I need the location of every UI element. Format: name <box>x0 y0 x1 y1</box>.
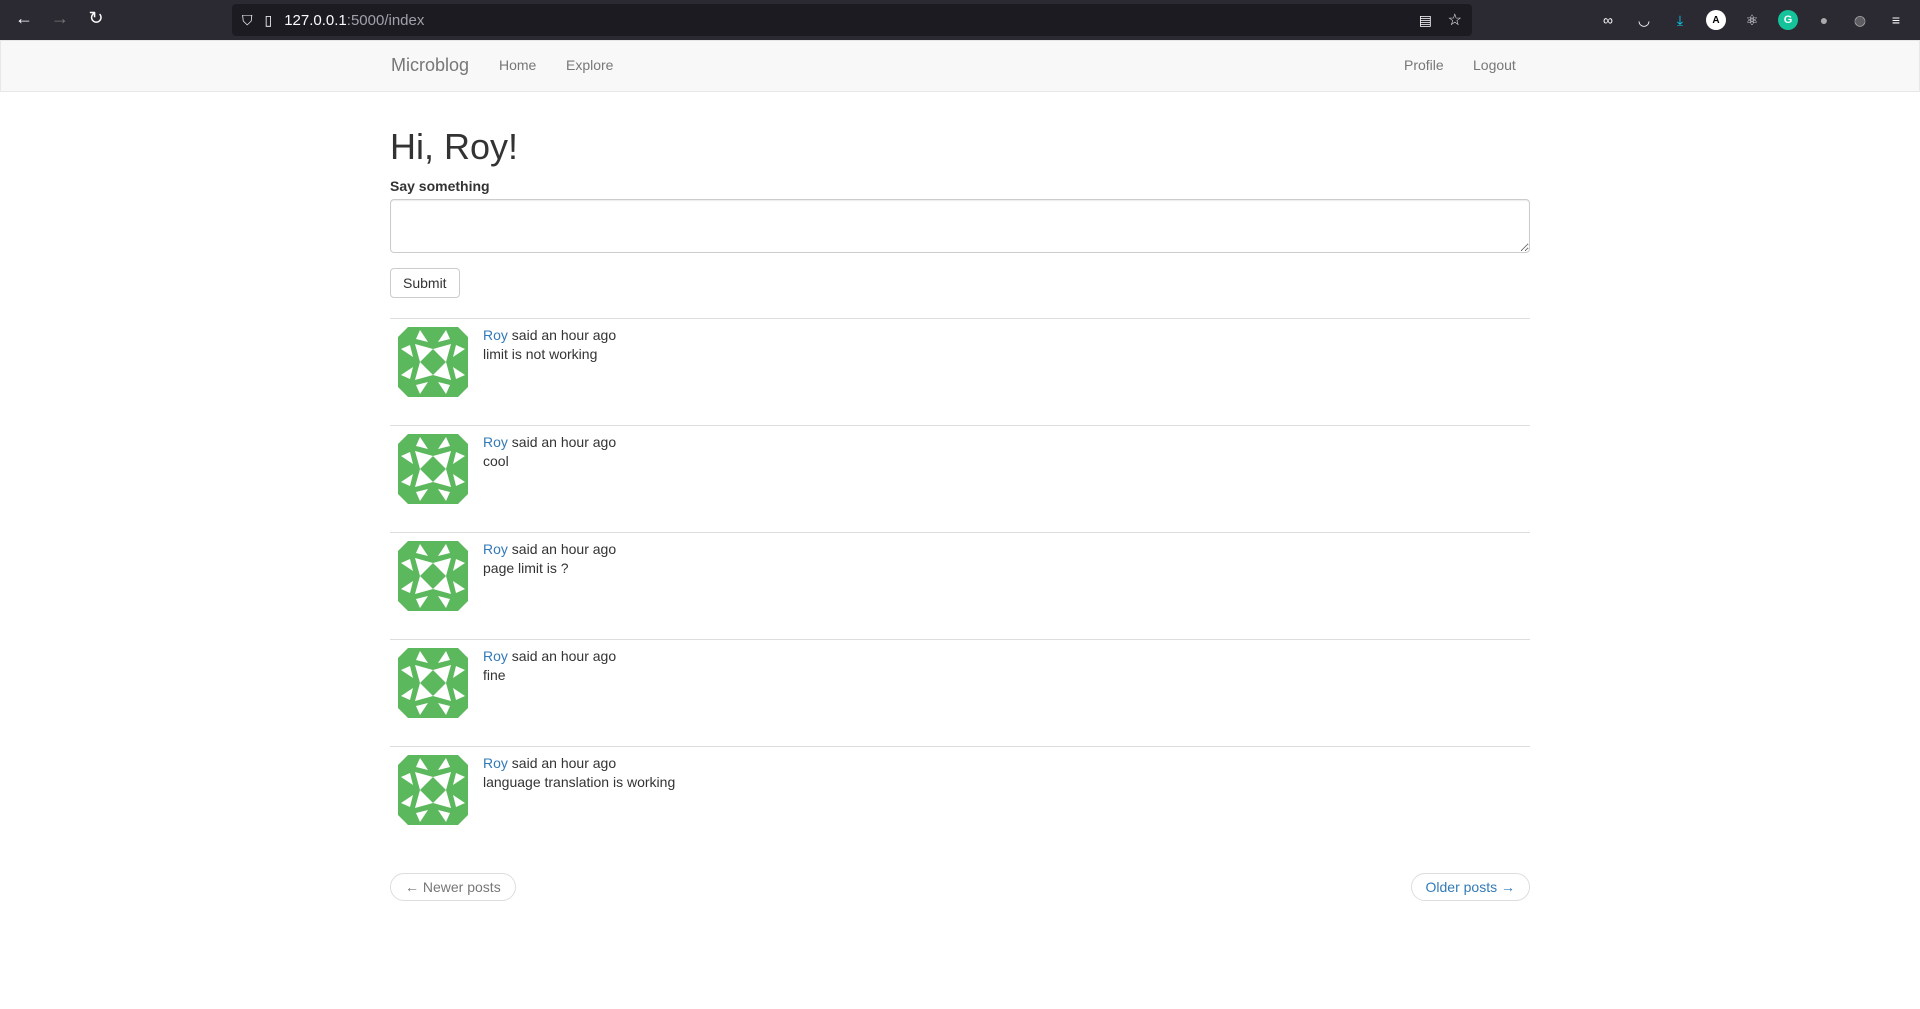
url-path: :5000/index <box>346 11 425 29</box>
post-author-link[interactable]: Roy <box>483 434 508 450</box>
post-body: fine <box>483 667 506 683</box>
post-timestamp: said an hour ago <box>507 755 617 771</box>
post-item: Roy said an hour ago language translation… <box>390 746 1530 853</box>
mask-icon[interactable]: ∞ <box>1598 10 1618 30</box>
avatar[interactable] <box>398 434 468 504</box>
post-timestamp: said an hour ago <box>507 541 617 557</box>
address-bar[interactable]: ⛉ ▯ 127.0.0.1:5000/index ▤ ☆ <box>232 4 1472 36</box>
url-host: 127.0.0.1 <box>284 11 347 29</box>
older-posts-link[interactable]: Older posts → <box>1410 873 1530 901</box>
submit-button[interactable]: Submit <box>390 268 460 298</box>
post-body: cool <box>483 453 509 469</box>
post-timestamp: said an hour ago <box>507 327 617 343</box>
post-author-link[interactable]: Roy <box>483 755 508 771</box>
forward-icon[interactable]: → <box>48 8 72 29</box>
download-icon[interactable]: ⤓ <box>1670 10 1690 30</box>
shield-icon: ⛉ <box>242 11 253 28</box>
post-body: limit is not working <box>483 346 598 362</box>
post-body: language translation is working <box>483 774 676 790</box>
post-item: Roy said an hour ago fine <box>390 639 1530 746</box>
avatar[interactable] <box>398 327 468 397</box>
newer-posts-link[interactable]: ← Newer posts <box>390 873 516 901</box>
post-timestamp: said an hour ago <box>507 434 617 450</box>
brand-link[interactable]: Microblog <box>391 55 469 76</box>
reader-icon[interactable]: ▤ <box>1419 12 1432 29</box>
grammarly-icon[interactable]: G <box>1778 10 1798 30</box>
bulb-icon[interactable]: ● <box>1814 10 1834 30</box>
extension-a-icon[interactable]: A <box>1706 10 1726 30</box>
avatar[interactable] <box>398 648 468 718</box>
browser-toolbar: ← → ↻ ⛉ ▯ 127.0.0.1:5000/index ▤ ☆ ∞ ◡ ⤓… <box>0 0 1920 40</box>
post-body: page limit is ? <box>483 560 569 576</box>
nav-home[interactable]: Home <box>499 57 536 73</box>
back-icon[interactable]: ← <box>12 8 36 29</box>
page-title: Hi, Roy! <box>390 126 519 167</box>
post-author-link[interactable]: Roy <box>483 541 508 557</box>
post-label: Say something <box>390 178 490 194</box>
nav-logout[interactable]: Logout <box>1473 57 1516 73</box>
globe-icon[interactable]: ◍ <box>1850 10 1870 30</box>
post-author-link[interactable]: Roy <box>483 648 508 664</box>
post-item: Roy said an hour ago page limit is ? <box>390 532 1530 639</box>
navbar: Microblog Home Explore Profile Logout <box>0 40 1920 92</box>
post-input[interactable] <box>390 199 1530 253</box>
main-content: Hi, Roy! Say something Submit Roy said a… <box>390 92 1530 901</box>
bookmark-star-icon[interactable]: ☆ <box>1448 10 1462 30</box>
page-icon: ▯ <box>264 11 273 28</box>
pager: ← Newer posts Older posts → <box>390 873 1530 901</box>
avatar[interactable] <box>398 755 468 825</box>
atom-icon[interactable]: ⚛ <box>1742 10 1762 30</box>
nav-profile[interactable]: Profile <box>1404 57 1444 73</box>
post-timestamp: said an hour ago <box>507 648 617 664</box>
post-item: Roy said an hour ago cool <box>390 425 1530 532</box>
pocket-icon[interactable]: ◡ <box>1634 10 1654 30</box>
post-item: Roy said an hour ago limit is not working <box>390 318 1530 425</box>
nav-explore[interactable]: Explore <box>566 57 613 73</box>
post-list: Roy said an hour ago limit is not working… <box>390 318 1530 853</box>
menu-icon[interactable]: ≡ <box>1886 10 1906 30</box>
reload-icon[interactable]: ↻ <box>84 8 108 29</box>
post-author-link[interactable]: Roy <box>483 327 508 343</box>
avatar[interactable] <box>398 541 468 611</box>
